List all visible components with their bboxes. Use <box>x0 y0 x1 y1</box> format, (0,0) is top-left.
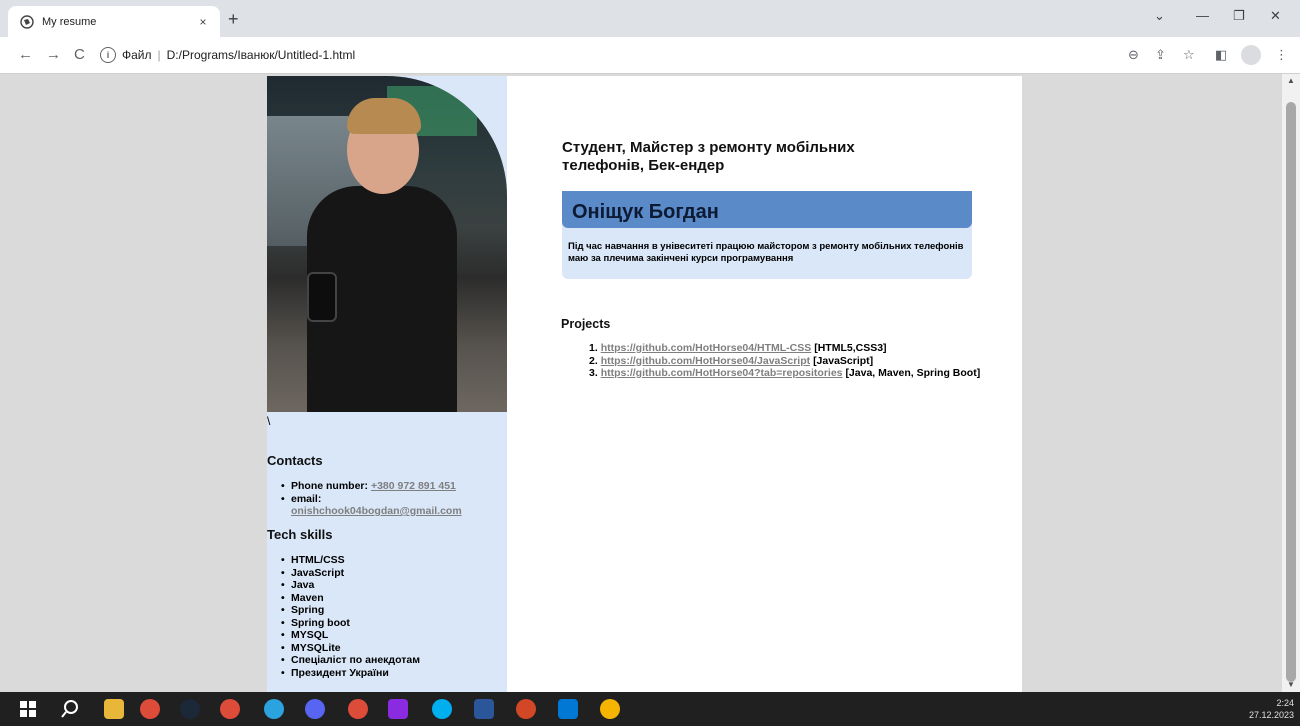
project-link[interactable]: https://github.com/HotHorse04/JavaScript <box>601 355 810 367</box>
skill-item: HTML/CSS <box>281 554 501 567</box>
winrar-icon[interactable] <box>388 699 408 719</box>
close-tab-icon[interactable]: × <box>194 15 212 29</box>
person-name: Оніщук Богдан <box>572 201 719 223</box>
phone-label: Phone number: <box>291 480 369 492</box>
browser-toolbar: ← → C i Файл | D:/Programs/Іванюк/Untitl… <box>0 37 1300 74</box>
page-viewport: \ Contacts Phone number: +380 972 891 45… <box>0 74 1282 692</box>
share-icon[interactable]: ⇪ <box>1155 47 1166 63</box>
stray-backslash: \ <box>267 414 271 428</box>
skill-item: JavaScript <box>281 567 501 580</box>
system-clock[interactable]: 2:24 27.12.2023 <box>1249 697 1294 721</box>
email-label: email: <box>291 492 322 505</box>
contacts-list: Phone number: +380 972 891 451 email: on… <box>281 480 501 518</box>
project-link[interactable]: https://github.com/HotHorse04?tab=reposi… <box>601 367 843 379</box>
skill-item: Спеціаліст по анекдотам <box>281 654 501 667</box>
tech-skills-heading: Tech skills <box>267 527 333 542</box>
windows-start-icon[interactable] <box>18 699 38 719</box>
name-bar: Оніщук Богдан <box>562 191 972 228</box>
menu-dots-icon[interactable]: ⋮ <box>1275 47 1288 63</box>
projects-heading: Projects <box>561 317 611 331</box>
powerpoint-icon[interactable] <box>516 699 536 719</box>
chrome-icon[interactable] <box>140 699 160 719</box>
project-link[interactable]: https://github.com/HotHorse04/HTML-CSS <box>601 342 812 354</box>
tab-search-chevron-icon[interactable]: ⌄ <box>1154 8 1165 24</box>
discord-icon[interactable] <box>305 699 325 719</box>
chrome-canary-icon[interactable] <box>600 699 620 719</box>
project-number: 2. <box>589 354 598 367</box>
close-window-button[interactable]: ✕ <box>1270 8 1281 24</box>
tab-title: My resume <box>42 15 97 28</box>
search-icon[interactable] <box>60 699 80 719</box>
skill-item: Maven <box>281 592 501 605</box>
skills-list: HTML/CSS JavaScript Java Maven Spring Sp… <box>281 554 501 679</box>
contact-email: email: onishchook04bogdan@gmail.com <box>281 493 501 518</box>
clock-time: 2:24 <box>1276 698 1294 708</box>
profile-photo <box>267 76 507 412</box>
windows-taskbar: 2:24 27.12.2023 <box>0 692 1300 726</box>
vscode-icon[interactable] <box>558 699 578 719</box>
project-item: 3. https://github.com/HotHorse04?tab=rep… <box>589 367 980 380</box>
bookmark-star-icon[interactable]: ☆ <box>1183 47 1195 63</box>
about-description: Під час навчання в унівеситеті працюю ма… <box>568 241 964 264</box>
steam-icon[interactable] <box>180 699 200 719</box>
address-bar[interactable]: i Файл | D:/Programs/Іванюк/Untitled-1.h… <box>100 43 1100 67</box>
project-item: 1. https://github.com/HotHorse04/HTML-CS… <box>589 342 980 355</box>
chrome-icon[interactable] <box>348 699 368 719</box>
project-tag: [JavaScript] <box>813 354 874 367</box>
skill-item: MYSQLite <box>281 642 501 655</box>
minimize-button[interactable]: — <box>1196 8 1209 23</box>
profile-avatar-icon[interactable] <box>1241 45 1261 65</box>
maximize-button[interactable]: ❐ <box>1233 8 1245 24</box>
side-panel-icon[interactable]: ◧ <box>1215 47 1227 63</box>
chrome-icon[interactable] <box>220 699 240 719</box>
globe-icon <box>20 14 34 29</box>
back-arrow-icon[interactable]: ← <box>18 46 33 63</box>
resume-sidebar: \ Contacts Phone number: +380 972 891 45… <box>267 76 507 692</box>
contact-phone: Phone number: +380 972 891 451 <box>281 480 501 493</box>
email-link[interactable]: onishchook04bogdan@gmail.com <box>291 505 462 517</box>
address-path: D:/Programs/Іванюк/Untitled-1.html <box>166 48 356 62</box>
project-item: 2. https://github.com/HotHorse04/JavaScr… <box>589 355 980 368</box>
info-icon[interactable]: i <box>100 47 116 63</box>
project-tag: [HTML5,CSS3] <box>814 342 887 354</box>
skill-item: MYSQL <box>281 629 501 642</box>
projects-list: 1. https://github.com/HotHorse04/HTML-CS… <box>589 342 980 380</box>
telegram-icon[interactable] <box>264 699 284 719</box>
reload-icon[interactable]: C <box>74 46 85 63</box>
phone-link[interactable]: +380 972 891 451 <box>371 480 456 492</box>
tab-strip: My resume × + ⌄ — ❐ ✕ <box>0 0 1300 37</box>
tab-my-resume[interactable]: My resume × <box>8 6 220 37</box>
address-scheme-label: Файл <box>122 48 152 62</box>
scroll-down-icon[interactable]: ▼ <box>1287 680 1295 689</box>
resume-headline: Студент, Майстер з ремонту мобільних тел… <box>562 139 855 174</box>
name-card: Оніщук Богдан Під час навчання в унівеси… <box>562 191 972 279</box>
zoom-icon[interactable]: ⊖ <box>1128 47 1139 63</box>
new-tab-button[interactable]: + <box>228 9 239 30</box>
project-number: 1. <box>589 342 598 354</box>
clock-date: 27.12.2023 <box>1248 710 1294 720</box>
skill-item: Spring boot <box>281 617 501 630</box>
project-tag: [Java, Maven, Spring Boot] <box>845 367 981 379</box>
file-explorer-icon[interactable] <box>104 699 124 719</box>
project-number: 3. <box>589 367 598 379</box>
resume-main: Студент, Майстер з ремонту мобільних тел… <box>507 76 1022 692</box>
skill-item: Президент України <box>281 667 501 680</box>
skill-item: Java <box>281 579 501 592</box>
scroll-up-icon[interactable]: ▲ <box>1287 76 1295 85</box>
page-scrollbar[interactable]: ▲ ▼ <box>1282 74 1300 692</box>
scrollbar-thumb[interactable] <box>1286 102 1296 682</box>
word-icon[interactable] <box>474 699 494 719</box>
skype-icon[interactable] <box>432 699 452 719</box>
contacts-heading: Contacts <box>267 453 323 468</box>
skill-item: Spring <box>281 604 501 617</box>
address-separator: | <box>157 48 161 62</box>
forward-arrow-icon[interactable]: → <box>46 46 61 63</box>
